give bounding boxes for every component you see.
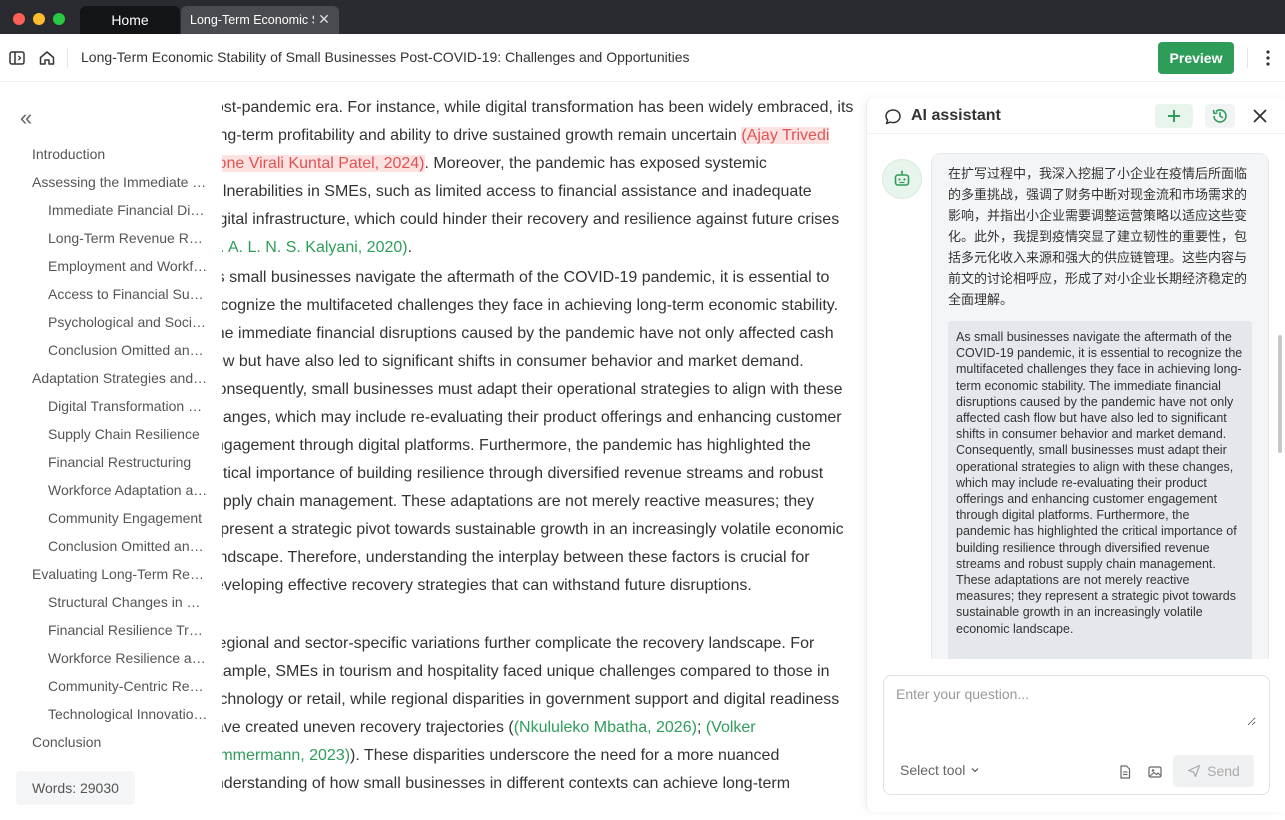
outline-item[interactable]: Adaptation Strategies and Resilience — [0, 364, 222, 392]
document-title: Long-Term Economic Stability of Small Bu… — [81, 49, 690, 65]
close-panel-button[interactable] — [1251, 106, 1269, 126]
outline-item[interactable]: Technological Innovation Adoption — [0, 700, 222, 728]
tab-home-label: Home — [111, 12, 149, 28]
tab-document[interactable]: Long-Term Economic Stability of Small Bu… — [181, 6, 339, 34]
outline-item[interactable]: Conclusion Omitted and Transition — [0, 532, 222, 560]
paragraph[interactable]: As small businesses navigate the afterma… — [222, 264, 856, 600]
select-tool-label: Select tool — [900, 762, 966, 778]
attach-image-icon[interactable] — [1147, 764, 1163, 780]
chat-bubble-icon — [885, 109, 901, 125]
outline-item[interactable]: Introduction — [0, 140, 222, 168]
outline-item[interactable]: Digital Transformation and E-Commerce — [0, 392, 222, 420]
outline-item[interactable]: Structural Changes in Markets — [0, 588, 222, 616]
minimize-window-button[interactable] — [33, 13, 45, 25]
paragraph-text: ; — [696, 719, 706, 736]
bot-avatar — [882, 159, 922, 199]
assistant-message-text: 在扩写过程中，我深入挖掘了小企业在疫情后所面临的多重挑战，强调了财务中断对现金流… — [948, 167, 1248, 308]
outline-item[interactable]: Long-Term Revenue Recovery — [0, 224, 222, 252]
maximize-window-button[interactable] — [53, 13, 65, 25]
chat-history-button[interactable] — [1205, 104, 1235, 128]
history-icon — [1212, 109, 1227, 123]
home-icon[interactable] — [37, 48, 57, 68]
document-editor[interactable]: post-pandemic era. For instance, while d… — [222, 82, 862, 820]
toolbar: Long-Term Economic Stability of Small Bu… — [0, 34, 1285, 82]
outline-list: Introduction Assessing the Immediate Imp… — [0, 140, 222, 756]
outline-item[interactable]: Community Engagement — [0, 504, 222, 532]
outline-item[interactable]: Workforce Adaptation and Training — [0, 476, 222, 504]
chat-messages[interactable]: 在扩写过程中，我深入挖掘了小企业在疫情后所面临的多重挑战，强调了财务中断对现金流… — [867, 135, 1285, 659]
more-options-icon[interactable] — [1260, 48, 1276, 68]
ai-assistant-panel: AI assistant 在扩写过程中，我深入挖掘了小企业在疫情后所面临的多重挑… — [866, 98, 1285, 812]
outline-item[interactable]: Financial Resilience Trends — [0, 616, 222, 644]
toolbar-divider — [1247, 48, 1248, 68]
send-button-label: Send — [1207, 763, 1240, 779]
word-count: Words: 29030 — [16, 771, 135, 805]
paragraph[interactable]: post-pandemic era. For instance, while d… — [222, 94, 856, 262]
collapse-sidebar-icon[interactable]: « — [20, 107, 32, 129]
outline-sidebar: « Introduction Assessing the Immediate I… — [0, 82, 222, 820]
outline-item[interactable]: Evaluating Long-Term Recovery Outcomes — [0, 560, 222, 588]
citation[interactable]: (Nkululeko Mbatha, 2026) — [514, 719, 697, 736]
tab-document-label: Long-Term Economic Stability of Small Bu… — [190, 13, 314, 27]
question-input-box: Select tool Send — [883, 675, 1270, 795]
outline-item[interactable]: Conclusion Omitted and Transition — [0, 336, 222, 364]
send-button[interactable]: Send — [1173, 755, 1254, 787]
paragraph[interactable]: Regional and sector-specific variations … — [222, 630, 856, 798]
ai-panel-header: AI assistant — [867, 98, 1285, 134]
chat-scrollbar[interactable] — [1278, 335, 1282, 453]
robot-icon — [894, 170, 910, 186]
outline-item[interactable]: Immediate Financial Disruptions — [0, 196, 222, 224]
attach-file-icon[interactable] — [1117, 764, 1133, 780]
question-input[interactable] — [896, 686, 1256, 726]
outline-item[interactable]: Community-Centric Recovery — [0, 672, 222, 700]
plus-icon — [1168, 110, 1180, 122]
select-tool-dropdown[interactable]: Select tool — [900, 762, 981, 778]
suggested-text-block[interactable]: As small businesses navigate the afterma… — [948, 321, 1252, 659]
close-tab-icon[interactable]: ✕ — [317, 12, 331, 26]
close-icon — [1253, 109, 1267, 123]
assistant-message: 在扩写过程中，我深入挖掘了小企业在疫情后所面临的多重挑战，强调了财务中断对现金流… — [931, 153, 1269, 659]
outline-item[interactable]: Workforce Resilience and Skills — [0, 644, 222, 672]
ai-panel-title: AI assistant — [911, 107, 1001, 124]
paragraph-text: . — [407, 239, 413, 256]
citation[interactable]: (P. A. L. N. S. Kalyani, 2020) — [222, 239, 408, 256]
preview-button[interactable]: Preview — [1158, 42, 1234, 74]
close-window-button[interactable] — [13, 13, 25, 25]
send-icon — [1188, 764, 1201, 778]
outline-item[interactable]: Assessing the Immediate Impact of COVID-… — [0, 168, 222, 196]
toolbar-divider — [67, 48, 68, 68]
title-bar: Home Long-Term Economic Stability of Sma… — [0, 0, 1285, 34]
outline-item[interactable]: Psychological and Social Effects — [0, 308, 222, 336]
outline-item[interactable]: Access to Financial Support — [0, 280, 222, 308]
sidebar-toggle-icon[interactable] — [7, 48, 27, 68]
outline-item[interactable]: Employment and Workforce Impact — [0, 252, 222, 280]
outline-item[interactable]: Supply Chain Resilience — [0, 420, 222, 448]
outline-item[interactable]: Conclusion — [0, 728, 222, 756]
chevron-down-icon — [971, 768, 979, 773]
outline-item[interactable]: Financial Restructuring — [0, 448, 222, 476]
tab-home[interactable]: Home — [80, 6, 180, 34]
new-chat-button[interactable] — [1155, 104, 1193, 128]
